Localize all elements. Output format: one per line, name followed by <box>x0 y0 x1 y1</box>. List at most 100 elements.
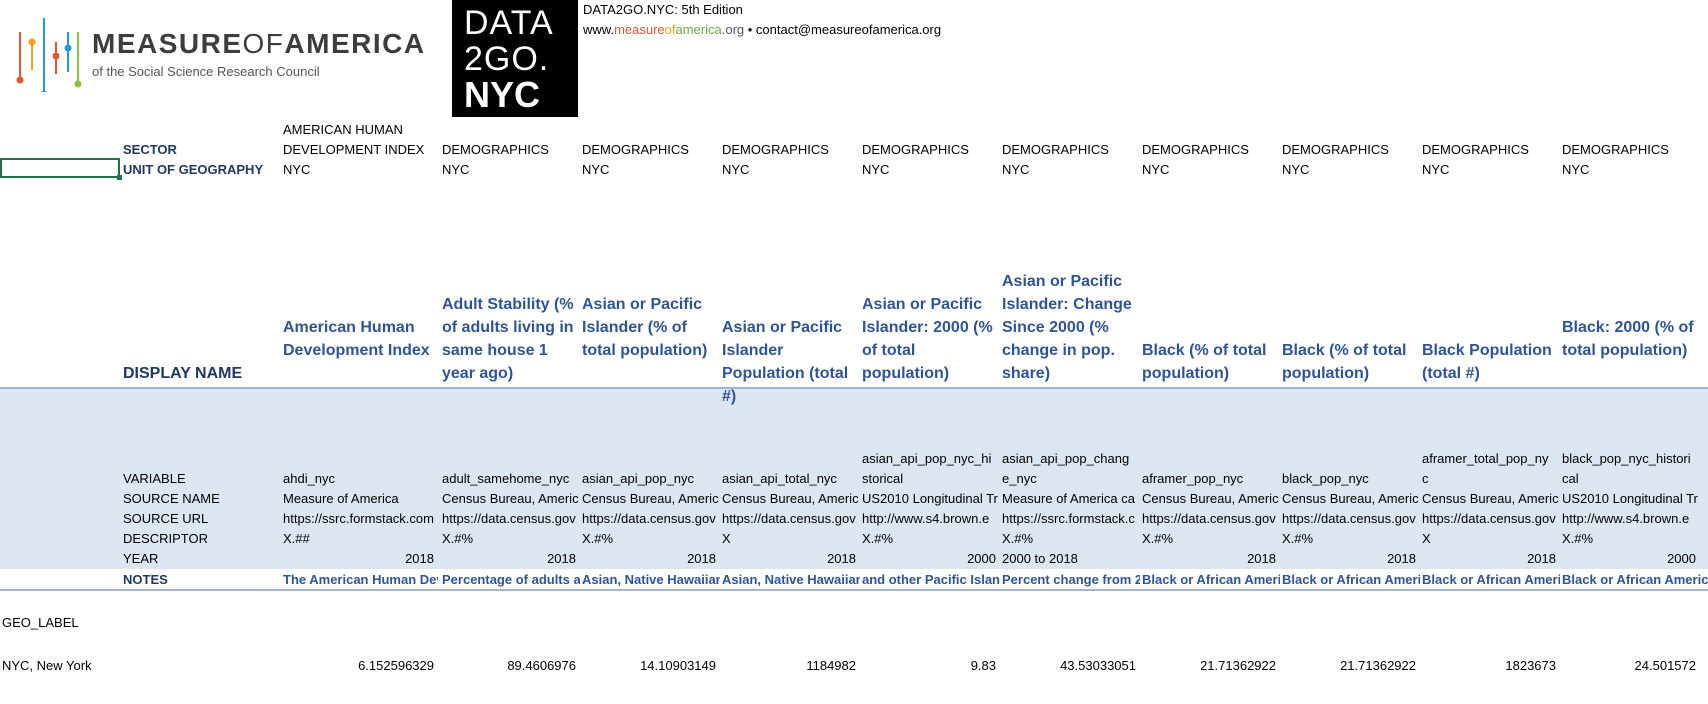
value-cell[interactable]: 1184982 <box>722 656 856 676</box>
variable-cell[interactable]: black_pop_nyc <box>1282 469 1420 489</box>
display-name-cell[interactable]: Black Population (total #) <box>1422 339 1556 431</box>
source-name-cell[interactable]: Census Bureau, Americ <box>1422 489 1560 509</box>
value-cell[interactable]: 9.83 <box>862 656 996 676</box>
value-cell[interactable]: 89.4606976 <box>442 656 576 676</box>
year-cell[interactable]: 2000 to 2018 <box>1002 549 1136 569</box>
source-url-cell[interactable]: https://ssrc.formstack.c <box>1002 509 1140 529</box>
source-name-cell[interactable]: Measure of America <box>283 489 438 509</box>
variable-cell-top[interactable]: asian_api_pop_nyc_hi <box>862 449 1000 469</box>
notes-cell[interactable]: Black or African Americ <box>1142 570 1280 590</box>
sector-cell[interactable]: DEMOGRAPHICS <box>582 140 720 160</box>
value-cell[interactable]: 24.501572 <box>1562 656 1696 676</box>
source-url-cell[interactable]: http://www.s4.brown.e <box>1562 509 1700 529</box>
sector-cell[interactable]: DEMOGRAPHICS <box>1002 140 1140 160</box>
source-name-cell[interactable]: US2010 Longitudinal Tr <box>862 489 1000 509</box>
sector-cell-top[interactable]: AMERICAN HUMAN <box>283 120 438 140</box>
variable-cell-top[interactable]: black_pop_nyc_histori <box>1562 449 1700 469</box>
source-url-cell[interactable]: https://data.census.gov <box>442 509 580 529</box>
year-cell[interactable]: 2018 <box>442 549 576 569</box>
source-name-cell[interactable]: Census Bureau, Americ <box>1282 489 1420 509</box>
year-cell[interactable]: 2018 <box>582 549 716 569</box>
display-name-cell[interactable]: Black (% of total population) <box>1142 339 1276 431</box>
source-name-cell[interactable]: Census Bureau, Americ <box>582 489 720 509</box>
source-url-cell[interactable]: https://data.census.gov <box>582 509 720 529</box>
notes-cell[interactable]: Asian, Native Hawaiian <box>722 570 860 590</box>
notes-cell[interactable]: Percent change from 2( <box>1002 570 1140 590</box>
variable-cell[interactable]: asian_api_pop_nyc <box>582 469 720 489</box>
sector-cell[interactable]: DEVELOPMENT INDEX <box>283 140 438 160</box>
year-cell[interactable]: 2018 <box>1142 549 1276 569</box>
descriptor-cell[interactable]: X.#% <box>862 529 1000 549</box>
display-name-cell[interactable]: Black (% of total population) <box>1282 339 1416 431</box>
unit-cell[interactable]: NYC <box>1562 160 1700 180</box>
variable-cell-top[interactable]: asian_api_pop_chang <box>1002 449 1140 469</box>
source-url-cell[interactable]: https://data.census.gov <box>722 509 860 529</box>
notes-cell[interactable]: Asian, Native Hawaiian <box>582 570 720 590</box>
descriptor-cell[interactable]: X.#% <box>1142 529 1280 549</box>
descriptor-cell[interactable]: X.#% <box>442 529 580 549</box>
unit-cell[interactable]: NYC <box>722 160 860 180</box>
descriptor-cell[interactable]: X.#% <box>1002 529 1140 549</box>
sector-cell[interactable]: DEMOGRAPHICS <box>442 140 580 160</box>
year-cell[interactable]: 2018 <box>1422 549 1556 569</box>
source-url-cell[interactable]: https://ssrc.formstack.com <box>283 509 438 529</box>
variable-cell[interactable]: asian_api_total_nyc <box>722 469 860 489</box>
notes-cell[interactable]: Black or African American non-Latino pop… <box>1562 570 1708 590</box>
source-url-cell[interactable]: https://data.census.gov <box>1422 509 1560 529</box>
sector-cell[interactable]: DEMOGRAPHICS <box>1562 140 1700 160</box>
year-cell[interactable]: 2018 <box>722 549 856 569</box>
unit-cell[interactable]: NYC <box>1002 160 1140 180</box>
value-cell[interactable]: 21.71362922 <box>1142 656 1276 676</box>
notes-cell[interactable]: and other Pacific Island <box>862 570 1000 590</box>
value-cell[interactable]: 43.53033051 <box>1002 656 1136 676</box>
value-cell[interactable]: 6.152596329 <box>283 656 434 676</box>
source-url-cell[interactable]: https://data.census.gov <box>1282 509 1420 529</box>
notes-cell[interactable]: Black or African Americ <box>1282 570 1420 590</box>
descriptor-cell[interactable]: X.## <box>283 529 438 549</box>
value-cell[interactable]: 21.71362922 <box>1282 656 1416 676</box>
unit-cell[interactable]: NYC <box>582 160 720 180</box>
source-url-cell[interactable]: http://www.s4.brown.e <box>862 509 1000 529</box>
unit-cell[interactable]: NYC <box>1282 160 1420 180</box>
source-name-cell[interactable]: Census Bureau, Americ <box>722 489 860 509</box>
value-cell[interactable]: 1823673 <box>1422 656 1556 676</box>
display-name-cell[interactable]: Black: 2000 (% of total population) <box>1562 316 1696 408</box>
sector-cell[interactable]: DEMOGRAPHICS <box>1142 140 1280 160</box>
unit-cell[interactable]: NYC <box>862 160 1000 180</box>
notes-cell[interactable]: Black or African Americ <box>1422 570 1560 590</box>
notes-cell[interactable]: The American Human Dev <box>283 570 438 590</box>
source-name-cell[interactable]: US2010 Longitudinal Tr <box>1562 489 1700 509</box>
variable-cell[interactable]: e_nyc <box>1002 469 1140 489</box>
descriptor-cell[interactable]: X.#% <box>582 529 720 549</box>
display-name-cell[interactable]: Asian or Pacific Islander: Change Since … <box>1002 270 1136 385</box>
unit-cell[interactable]: NYC <box>283 160 438 180</box>
sector-cell[interactable]: DEMOGRAPHICS <box>1422 140 1560 160</box>
variable-cell[interactable]: ahdi_nyc <box>283 469 438 489</box>
descriptor-cell[interactable]: X.#% <box>1282 529 1420 549</box>
sector-cell[interactable]: DEMOGRAPHICS <box>862 140 1000 160</box>
unit-cell[interactable]: NYC <box>442 160 580 180</box>
variable-cell[interactable]: cal <box>1562 469 1700 489</box>
sector-cell[interactable]: DEMOGRAPHICS <box>1282 140 1420 160</box>
display-name-cell[interactable]: Asian or Pacific Islander Population (to… <box>722 316 856 408</box>
display-name-cell[interactable]: Asian or Pacific Islander: 2000 (% of to… <box>862 293 996 385</box>
sector-cell[interactable]: DEMOGRAPHICS <box>722 140 860 160</box>
unit-cell[interactable]: NYC <box>1422 160 1560 180</box>
selected-cell[interactable] <box>0 158 122 180</box>
variable-cell[interactable]: adult_samehome_nyc <box>442 469 580 489</box>
year-cell[interactable]: 2018 <box>1282 549 1416 569</box>
year-cell[interactable]: 2000 <box>862 549 996 569</box>
variable-cell[interactable]: storical <box>862 469 1000 489</box>
descriptor-cell[interactable]: X.#% <box>1562 529 1700 549</box>
unit-cell[interactable]: NYC <box>1142 160 1280 180</box>
notes-cell[interactable]: Percentage of adults ag <box>442 570 580 590</box>
variable-cell[interactable]: aframer_pop_nyc <box>1142 469 1280 489</box>
descriptor-cell[interactable]: X <box>722 529 860 549</box>
value-cell[interactable]: 14.10903149 <box>582 656 716 676</box>
source-url-cell[interactable]: https://data.census.gov <box>1142 509 1280 529</box>
variable-cell[interactable]: c <box>1422 469 1560 489</box>
variable-cell-top[interactable]: aframer_total_pop_ny <box>1422 449 1560 469</box>
display-name-cell[interactable]: American Human Development Index <box>283 316 434 408</box>
descriptor-cell[interactable]: X <box>1422 529 1560 549</box>
source-name-cell[interactable]: Census Bureau, Americ <box>442 489 580 509</box>
